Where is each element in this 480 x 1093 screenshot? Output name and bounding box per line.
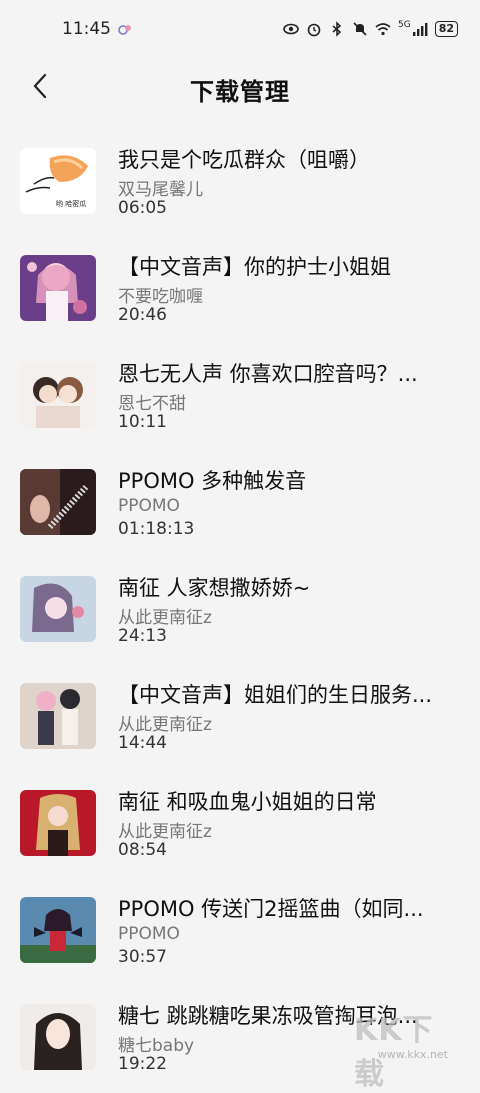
item-title: 南征 人家想撒娇娇~ bbox=[118, 576, 311, 600]
thumbnail: 哟 哈密瓜 bbox=[20, 148, 96, 214]
download-list: 哟 哈密瓜 我只是个吃瓜群众（咀嚼） 双马尾馨儿 06:05 【中文音声】你的护… bbox=[0, 128, 480, 1091]
status-time: 11:45 bbox=[62, 19, 111, 39]
item-title: 我只是个吃瓜群众（咀嚼） bbox=[118, 148, 370, 172]
item-duration: 20:46 bbox=[118, 305, 167, 325]
thumbnail bbox=[20, 1004, 96, 1070]
thumbnail bbox=[20, 790, 96, 856]
app-notification-icon bbox=[118, 25, 131, 35]
item-author: 不要吃咖喱 bbox=[118, 287, 203, 307]
list-item[interactable]: 【中文音声】姐姐们的生日服务... 从此更南征z 14:44 bbox=[0, 663, 480, 770]
item-duration: 24:13 bbox=[118, 626, 167, 646]
item-author: PPOMO bbox=[118, 924, 180, 944]
item-duration: 01:18:13 bbox=[118, 519, 195, 539]
list-item[interactable]: 恩七无人声 你喜欢口腔音吗？... 恩七不甜 10:11 bbox=[0, 342, 480, 449]
item-author: 从此更南征z bbox=[118, 608, 212, 628]
item-author: 双马尾馨儿 bbox=[118, 180, 203, 200]
list-item[interactable]: PPOMO 传送门2摇篮曲（如同... PPOMO 30:57 bbox=[0, 877, 480, 984]
list-item[interactable]: PPOMO 多种触发音 PPOMO 01:18:13 bbox=[0, 449, 480, 556]
thumbnail bbox=[20, 576, 96, 642]
item-duration: 14:44 bbox=[118, 733, 167, 753]
battery-icon: 82 bbox=[434, 21, 458, 37]
eye-icon bbox=[283, 23, 299, 35]
item-duration: 06:05 bbox=[118, 198, 167, 218]
signal-icon bbox=[412, 23, 428, 36]
mute-icon bbox=[353, 22, 367, 36]
watermark-url: www.kkx.net bbox=[377, 1048, 448, 1061]
thumbnail bbox=[20, 683, 96, 749]
item-duration: 19:22 bbox=[118, 1054, 167, 1074]
item-author: PPOMO bbox=[118, 496, 180, 516]
item-duration: 30:57 bbox=[118, 947, 167, 967]
thumbnail bbox=[20, 362, 96, 428]
list-item[interactable]: 【中文音声】你的护士小姐姐 不要吃咖喱 20:46 bbox=[0, 235, 480, 342]
item-author: 恩七不甜 bbox=[118, 394, 186, 414]
header: 下载管理 bbox=[0, 58, 480, 116]
thumb-caption: 哟 哈密瓜 bbox=[56, 199, 86, 208]
item-title: PPOMO 传送门2摇篮曲（如同... bbox=[118, 897, 424, 921]
list-item[interactable]: 南征 人家想撒娇娇~ 从此更南征z 24:13 bbox=[0, 556, 480, 663]
thumbnail bbox=[20, 255, 96, 321]
thumbnail bbox=[20, 897, 96, 963]
item-title: 【中文音声】姐姐们的生日服务... bbox=[118, 683, 433, 707]
list-item[interactable]: 南征 和吸血鬼小姐姐的日常 从此更南征z 08:54 bbox=[0, 770, 480, 877]
item-title: 【中文音声】你的护士小姐姐 bbox=[118, 255, 391, 279]
item-author: 糖七baby bbox=[118, 1036, 195, 1056]
watermark: KK下载 www.kkx.net bbox=[354, 1003, 474, 1092]
item-author: 从此更南征z bbox=[118, 822, 212, 842]
item-duration: 08:54 bbox=[118, 840, 167, 860]
wifi-icon bbox=[375, 23, 391, 36]
item-title: PPOMO 多种触发音 bbox=[118, 469, 307, 493]
item-author: 从此更南征z bbox=[118, 715, 212, 735]
item-title: 恩七无人声 你喜欢口腔音吗？... bbox=[118, 362, 418, 386]
page-title: 下载管理 bbox=[190, 78, 290, 106]
bluetooth-icon bbox=[332, 21, 342, 37]
item-duration: 10:11 bbox=[118, 412, 167, 432]
alarm-icon bbox=[307, 23, 321, 37]
status-bar: 11:45 5G 82 bbox=[0, 0, 480, 58]
network-type: 5G bbox=[397, 20, 411, 30]
list-item[interactable]: 哟 哈密瓜 我只是个吃瓜群众（咀嚼） 双马尾馨儿 06:05 bbox=[0, 128, 480, 235]
thumbnail bbox=[20, 469, 96, 535]
item-title: 南征 和吸血鬼小姐姐的日常 bbox=[118, 790, 377, 814]
